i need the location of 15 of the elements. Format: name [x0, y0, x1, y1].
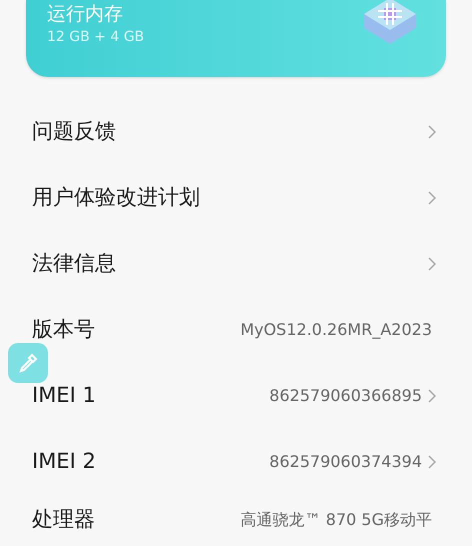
eyedropper-icon: [17, 352, 39, 374]
card-title: 运行内存: [47, 2, 124, 27]
row-value: 862579060374394: [269, 451, 422, 473]
row-label: 用户体验改进计划: [32, 184, 200, 212]
row-value: MyOS12.0.26MR_A2023: [240, 319, 432, 341]
row-label: IMEI 1: [32, 382, 96, 410]
row-value: 高通骁龙™ 870 5G移动平: [240, 509, 432, 531]
row-label: 法律信息: [32, 250, 116, 278]
row-label: 问题反馈: [32, 118, 116, 146]
card-value: 12 GB + 4 GB: [47, 28, 144, 47]
row-label: 版本号: [32, 316, 95, 344]
row-label: 处理器: [32, 506, 95, 534]
row-value: 862579060366895: [269, 385, 422, 407]
eyedropper-button[interactable]: [8, 343, 48, 383]
row-label: IMEI 2: [32, 448, 96, 476]
